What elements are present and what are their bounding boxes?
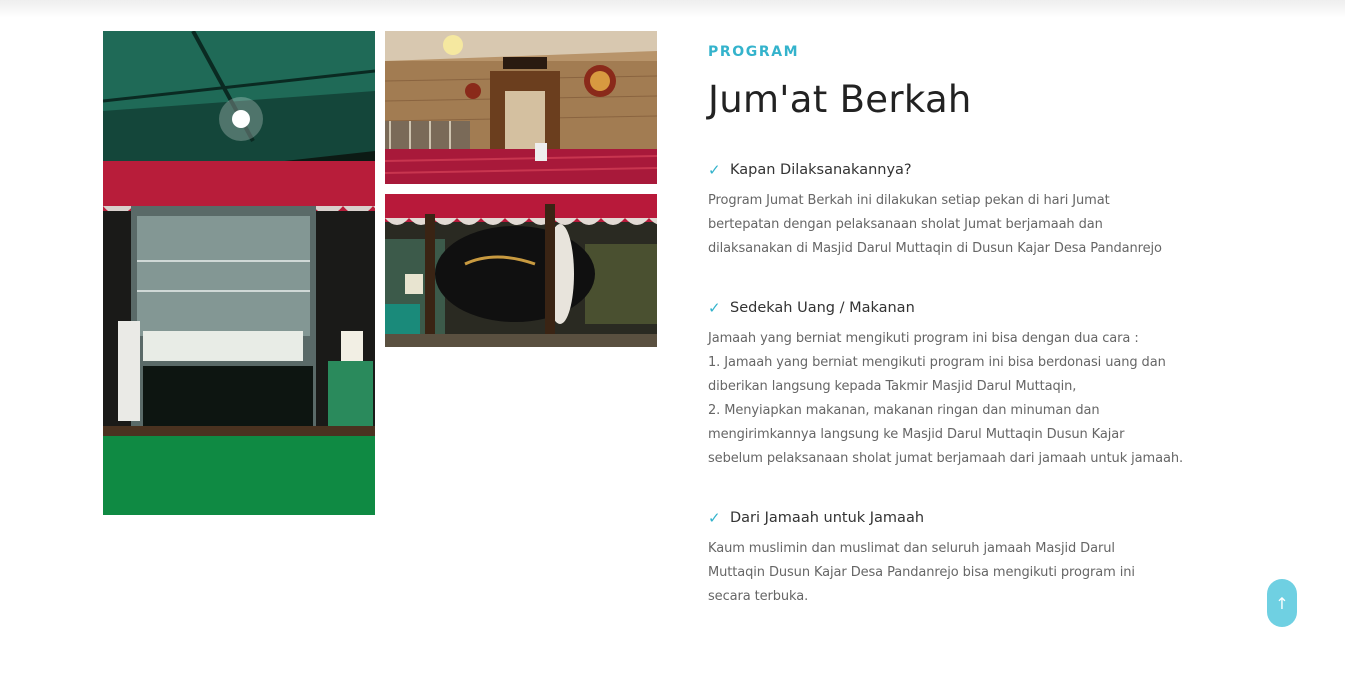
item-description: Jamaah yang berniat mengikuti program in… (708, 327, 1184, 471)
header-shadow (0, 0, 1345, 18)
program-content: PROGRAM Jum'at Berkah (708, 40, 1178, 124)
section-eyebrow: PROGRAM (708, 44, 800, 60)
item-text-line: Muttaqin Dusun Kajar Desa Pandanrejo bis… (708, 565, 1135, 580)
program-item-schedule: ✓ Kapan Dilaksanakannya? Program Jumat B… (708, 159, 1178, 261)
item-heading: Kapan Dilaksanakannya? (730, 162, 912, 178)
item-text-line: bertepatan dengan pelaksanaan sholat Jum… (708, 217, 1103, 232)
item-description: Program Jumat Berkah ini dilakukan setia… (708, 189, 1178, 261)
item-text-line: secara terbuka. (708, 589, 809, 604)
photo-food-cart (103, 31, 375, 515)
program-item-donation: ✓ Sedekah Uang / Makanan Jamaah yang ber… (708, 297, 1184, 471)
item-text-line: dilaksanakan di Masjid Darul Muttaqin di… (708, 241, 1162, 256)
item-text-line: 2. Menyiapkan makanan, makanan ringan da… (708, 403, 1100, 418)
program-item-community: ✓ Dari Jamaah untuk Jamaah Kaum muslimin… (708, 507, 1178, 609)
page-title: Jum'at Berkah (708, 78, 972, 121)
item-text-line: 1. Jamaah yang berniat mengikuti program… (708, 355, 1166, 370)
back-to-top-button[interactable]: ↑ (1267, 579, 1297, 627)
photo-mosque-interior (385, 31, 657, 184)
item-description: Kaum muslimin dan muslimat dan seluruh j… (708, 537, 1178, 609)
item-heading: Dari Jamaah untuk Jamaah (730, 510, 925, 526)
item-text-line: Jamaah yang berniat mengikuti program in… (708, 331, 1139, 346)
item-heading: Sedekah Uang / Makanan (730, 300, 915, 316)
photo-bedug-drum (385, 194, 657, 347)
item-text-line: Kaum muslimin dan muslimat dan seluruh j… (708, 541, 1115, 556)
check-icon: ✓ (708, 161, 721, 179)
item-text-line: Program Jumat Berkah ini dilakukan setia… (708, 193, 1110, 208)
check-icon: ✓ (708, 509, 721, 527)
arrow-up-icon: ↑ (1275, 593, 1289, 613)
item-text-line: sebelum pelaksanaan sholat jumat berjama… (708, 451, 1184, 466)
check-icon: ✓ (708, 299, 721, 317)
item-text-line: mengirimkannya langsung ke Masjid Darul … (708, 427, 1125, 442)
item-text-line: diberikan langsung kepada Takmir Masjid … (708, 379, 1077, 394)
